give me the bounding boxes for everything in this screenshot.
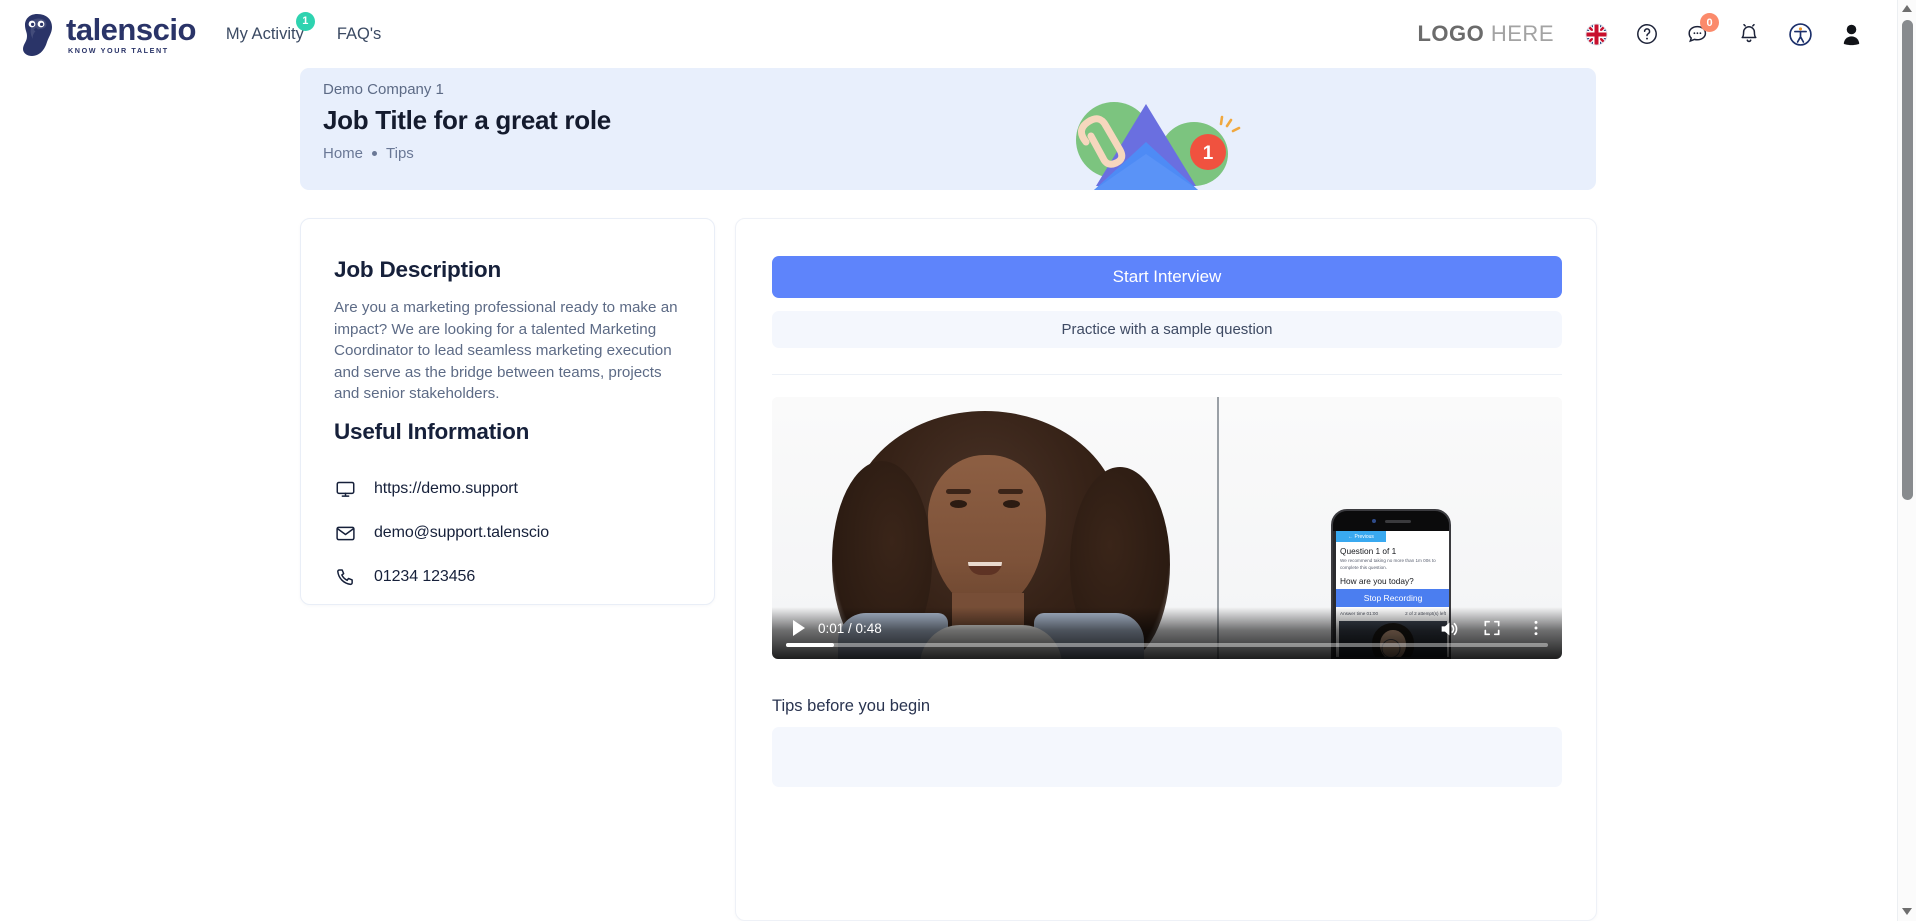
- client-logo-light: HERE: [1490, 21, 1554, 46]
- notification-bell-icon[interactable]: [1736, 21, 1762, 47]
- brand-logo[interactable]: talenscio KNOW YOUR TALENT: [14, 11, 196, 57]
- video-time-display: 0:01 / 0:48: [818, 621, 882, 636]
- info-row-website[interactable]: https://demo.support: [334, 467, 694, 511]
- phone-recommendation-text: We recommend taking no more than 1m 00s …: [1340, 558, 1436, 570]
- page-header-banner: Demo Company 1 Job Title for a great rol…: [300, 68, 1596, 190]
- useful-information-heading: Useful Information: [334, 419, 530, 444]
- nav-right-cluster: LOGO HERE 0: [1417, 13, 1864, 47]
- page-root: talenscio KNOW YOUR TALENT My Activity 1…: [0, 0, 1916, 921]
- more-options-icon[interactable]: [1526, 618, 1548, 640]
- chat-unread-badge: 0: [1700, 13, 1719, 32]
- client-logo-placeholder: LOGO HERE: [1417, 21, 1554, 47]
- client-logo-bold: LOGO: [1417, 21, 1485, 46]
- nav-link-my-activity-label: My Activity: [225, 24, 304, 43]
- scrollbar-up-arrow[interactable]: [1902, 5, 1913, 13]
- breadcrumb-separator: [372, 151, 378, 156]
- page-title: Job Title for a great role: [323, 105, 611, 135]
- useful-information-list: https://demo.support demo@support.talens…: [334, 467, 694, 599]
- language-flag-uk-icon[interactable]: [1583, 21, 1609, 47]
- breadcrumb-item-home[interactable]: Home: [323, 145, 363, 162]
- phone-icon: [334, 566, 356, 588]
- video-frame: ← Previous Question 1 of 1 We recommend …: [772, 397, 1562, 659]
- section-divider: [772, 374, 1562, 375]
- brand-tagline: KNOW YOUR TALENT: [68, 45, 169, 55]
- monitor-icon: [334, 478, 356, 500]
- play-icon[interactable]: [786, 617, 808, 639]
- start-interview-button[interactable]: Start Interview: [772, 256, 1562, 298]
- scrollbar-thumb[interactable]: [1902, 20, 1913, 500]
- phone-speaker-notch: [1333, 511, 1449, 531]
- phone-previous-button: ← Previous: [1336, 531, 1386, 542]
- phone-question-counter: Question 1 of 1: [1340, 546, 1397, 556]
- chat-bubble-icon[interactable]: 0: [1685, 13, 1719, 47]
- info-row-phone[interactable]: 01234 123456: [334, 555, 694, 599]
- job-description-body: Are you a marketing professional ready t…: [334, 299, 678, 403]
- top-navigation-bar: talenscio KNOW YOUR TALENT My Activity 1…: [0, 0, 1897, 68]
- video-progress-bar[interactable]: [786, 643, 1548, 647]
- intro-video-player[interactable]: ← Previous Question 1 of 1 We recommend …: [772, 397, 1562, 659]
- fullscreen-icon[interactable]: [1482, 618, 1504, 640]
- envelope-illustration: 1: [1036, 68, 1256, 190]
- help-circle-icon[interactable]: [1634, 21, 1660, 47]
- banner-art-badge: 1: [1203, 143, 1214, 164]
- nav-link-faqs[interactable]: FAQ's: [337, 25, 381, 44]
- job-info-card: Job Description Are you a marketing prof…: [300, 218, 715, 605]
- accessibility-icon[interactable]: [1787, 21, 1813, 47]
- info-email-text: demo@support.talenscio: [374, 524, 550, 541]
- practice-sample-question-button[interactable]: Practice with a sample question: [772, 311, 1562, 348]
- nav-link-my-activity[interactable]: My Activity 1: [225, 11, 315, 44]
- scrollbar-down-arrow[interactable]: [1902, 908, 1913, 916]
- video-right-controls: [1438, 618, 1548, 640]
- owl-logo-icon: [14, 11, 60, 57]
- my-activity-badge: 1: [295, 11, 315, 31]
- nav-link-faqs-label: FAQ's: [336, 24, 382, 43]
- info-row-email[interactable]: demo@support.talenscio: [334, 511, 694, 555]
- job-description-heading: Job Description: [334, 257, 502, 282]
- interview-panel-card: Start Interview Practice with a sample q…: [735, 218, 1597, 921]
- company-name: Demo Company 1: [323, 81, 444, 98]
- tips-heading: Tips before you begin: [772, 697, 931, 715]
- volume-icon[interactable]: [1438, 618, 1460, 640]
- phone-question-text: How are you today?: [1340, 576, 1414, 586]
- video-progress-fill: [786, 643, 834, 647]
- tips-panel[interactable]: [772, 727, 1562, 787]
- page-scrollbar[interactable]: [1897, 0, 1916, 921]
- video-control-bar: 0:01 / 0:48: [772, 607, 1562, 659]
- nav-links: My Activity 1 FAQ's: [225, 11, 381, 44]
- info-phone-text: 01234 123456: [374, 568, 476, 585]
- mail-icon: [334, 522, 356, 544]
- user-avatar-icon[interactable]: [1838, 21, 1864, 47]
- breadcrumb: Home Tips: [323, 145, 414, 162]
- info-website-text: https://demo.support: [374, 480, 518, 497]
- breadcrumb-item-tips: Tips: [386, 145, 414, 162]
- brand-name: talenscio: [66, 11, 196, 47]
- phone-stop-recording-button: Stop Recording: [1336, 589, 1449, 607]
